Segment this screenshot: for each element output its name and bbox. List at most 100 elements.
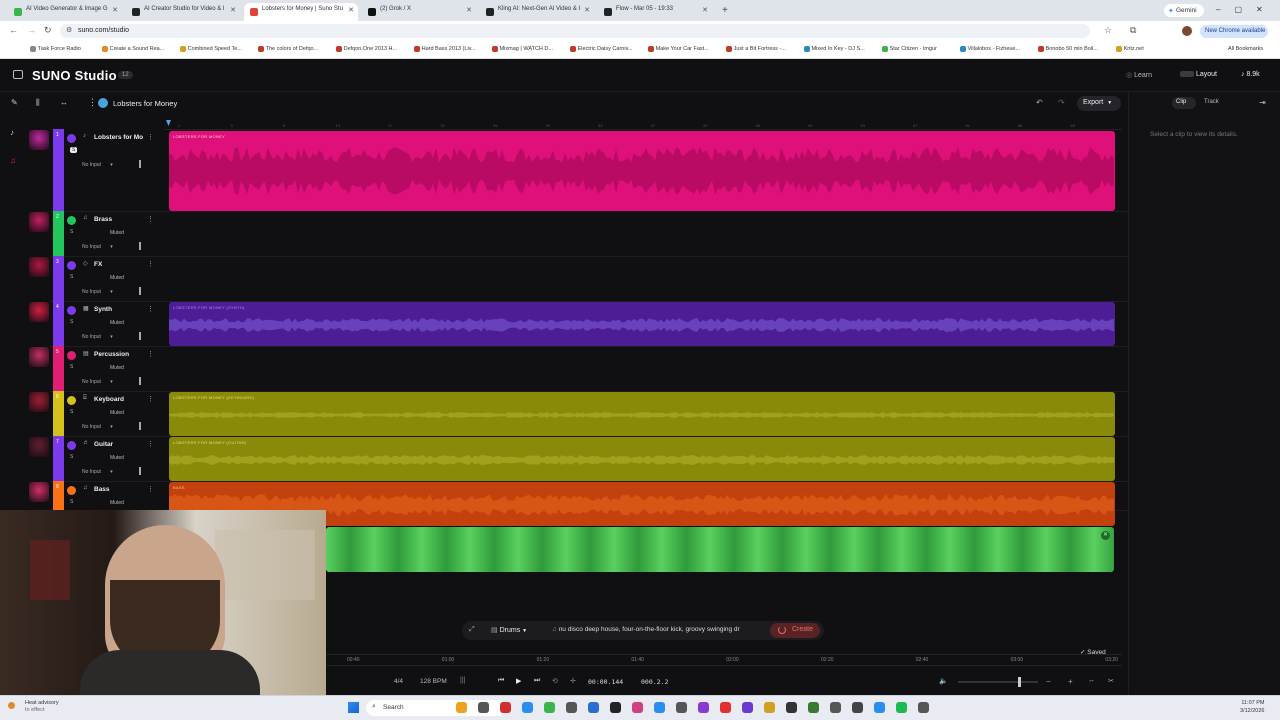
- instrument-select[interactable]: ▤ Drums ▼: [491, 626, 527, 634]
- taskbar-app-icon[interactable]: [852, 702, 863, 713]
- input-select[interactable]: No Input ▾: [82, 289, 113, 295]
- bookmark-item[interactable]: Kritz.net: [1115, 46, 1144, 52]
- sidebar-toggle-icon[interactable]: [13, 70, 23, 79]
- close-icon[interactable]: ✕: [702, 6, 708, 14]
- track-name[interactable]: Synth: [94, 306, 112, 313]
- taskbar-app-icon[interactable]: [632, 702, 643, 713]
- snap-icon[interactable]: ✛: [570, 677, 576, 685]
- metronome-icon[interactable]: |||: [460, 677, 465, 684]
- taskbar-app-icon[interactable]: [918, 702, 929, 713]
- taskbar-app-icon[interactable]: [808, 702, 819, 713]
- taskbar-app-icon[interactable]: [500, 702, 511, 713]
- taskbar-app-icon[interactable]: [742, 702, 753, 713]
- taskbar-app-icon[interactable]: [544, 702, 555, 713]
- fit-icon[interactable]: ↔: [1088, 677, 1095, 684]
- browser-tab[interactable]: AI Creator Studio for Video & I ✕: [126, 3, 240, 21]
- project-title[interactable]: Lobsters for Money: [113, 99, 177, 108]
- clip-main[interactable]: LOBSTERS FOR MONEY: [169, 131, 1115, 211]
- extensions-icon[interactable]: ⧉: [1130, 25, 1136, 36]
- taskbar-app-icon[interactable]: [478, 702, 489, 713]
- clip-synth[interactable]: LOBSTERS FOR MONEY (SYNTH): [169, 302, 1115, 346]
- bookmark-item[interactable]: Mixed In Key - DJ S...: [803, 46, 865, 52]
- speaker-icon[interactable]: [67, 306, 76, 315]
- expand-icon[interactable]: ↔: [60, 98, 68, 107]
- track-menu-icon[interactable]: ⋮: [147, 305, 154, 313]
- loop-icon[interactable]: ⟲: [552, 677, 558, 685]
- taskbar-app-icon[interactable]: [764, 702, 775, 713]
- bpm[interactable]: 128 BPM: [420, 678, 447, 685]
- clip-close-icon[interactable]: ✕: [1101, 531, 1110, 540]
- track-volume-slider[interactable]: [139, 422, 141, 430]
- bookmark-item[interactable]: Electric Daisy Carniv...: [569, 46, 633, 52]
- panel-collapse-icon[interactable]: ⇥: [1259, 98, 1266, 107]
- solo-button[interactable]: S: [70, 454, 73, 460]
- forward-icon[interactable]: →: [27, 25, 36, 35]
- zoom-in-icon[interactable]: +: [1068, 677, 1073, 686]
- clip-guitar[interactable]: LOBSTERS FOR MONEY (GUITAR): [169, 437, 1115, 481]
- input-select[interactable]: No Input ▾: [82, 244, 113, 250]
- browser-tab[interactable]: (2) Grok / X ✕: [362, 3, 476, 21]
- taskbar-app-icon[interactable]: [830, 702, 841, 713]
- solo-button[interactable]: S: [70, 499, 73, 505]
- credits-badge[interactable]: ♪ 8.9k: [1241, 71, 1260, 78]
- taskbar-app-icon[interactable]: [456, 702, 467, 713]
- taskbar-app-icon[interactable]: [720, 702, 731, 713]
- solo-button[interactable]: S: [70, 409, 73, 415]
- speaker-icon[interactable]: [67, 486, 76, 495]
- track-volume-slider[interactable]: [139, 332, 141, 340]
- speaker-icon[interactable]: [67, 441, 76, 450]
- slider-handle[interactable]: [1018, 677, 1021, 687]
- time-signature[interactable]: 4/4: [394, 678, 403, 685]
- system-clock[interactable]: 11:07 PM 3/12/2026: [1240, 699, 1264, 715]
- new-tab-button[interactable]: +: [722, 5, 728, 16]
- weather-widget[interactable]: Heat advisory In effect: [8, 700, 59, 714]
- close-icon[interactable]: ✕: [348, 6, 354, 14]
- track-menu-icon[interactable]: ⋮: [147, 440, 154, 448]
- project-menu-icon[interactable]: ⋮: [88, 97, 97, 108]
- clip-drums-generating[interactable]: ✕: [326, 527, 1114, 572]
- input-select[interactable]: No Input ▾: [82, 334, 113, 340]
- taskbar-app-icon[interactable]: [676, 702, 687, 713]
- taskbar-app-icon[interactable]: [566, 702, 577, 713]
- prompt-input[interactable]: ♫ nu disco deep house, four-on-the-floor…: [552, 626, 762, 633]
- track-volume-slider[interactable]: [139, 377, 141, 385]
- forward-end-icon[interactable]: ⏭: [534, 677, 540, 685]
- master-volume-slider[interactable]: [958, 677, 1038, 687]
- bookmark-item[interactable]: Mixmag | WATCH D...: [491, 46, 553, 52]
- bookmark-item[interactable]: Bonobo 50 min Boil...: [1037, 46, 1098, 52]
- create-button[interactable]: Create: [770, 623, 820, 638]
- input-select[interactable]: No Input ▾: [82, 469, 113, 475]
- taskbar-app-icon[interactable]: [610, 702, 621, 713]
- tab-clip[interactable]: Clip: [1172, 97, 1196, 109]
- taskbar-app-icon[interactable]: [654, 702, 665, 713]
- profile-avatar[interactable]: [1182, 26, 1192, 36]
- browser-tab[interactable]: Lobsters for Money | Suno Stu ✕: [244, 3, 358, 21]
- input-select[interactable]: No Input ▾: [82, 379, 113, 385]
- reload-icon[interactable]: ↻: [44, 25, 52, 36]
- taskbar-app-icon[interactable]: [698, 702, 709, 713]
- volume-icon[interactable]: 🔈: [939, 677, 948, 685]
- taskbar-app-icon[interactable]: [588, 702, 599, 713]
- speaker-icon[interactable]: [67, 261, 76, 270]
- browser-tab[interactable]: Flow - Mar 05 - 19:33 ✕: [598, 3, 712, 21]
- speaker-icon[interactable]: [67, 216, 76, 225]
- track-menu-icon[interactable]: ⋮: [147, 395, 154, 403]
- bookmark-item[interactable]: Create a Sound Rea...: [101, 46, 164, 52]
- close-icon[interactable]: ✕: [584, 6, 590, 14]
- timeline-ruler[interactable]: [164, 118, 1122, 130]
- solo-button[interactable]: S: [70, 364, 73, 370]
- track-volume-slider[interactable]: [139, 242, 141, 250]
- track-volume-slider[interactable]: [139, 287, 141, 295]
- browser-tab[interactable]: AI Video Generator & Image G ✕: [8, 3, 122, 21]
- bookmark-item[interactable]: Villalobos - Fizheue...: [959, 46, 1020, 52]
- track-name[interactable]: FX: [94, 261, 102, 268]
- bookmark-item[interactable]: Star Citizen - Imgur: [881, 46, 937, 52]
- gemini-button[interactable]: ✦ Gemini: [1164, 4, 1204, 17]
- track-menu-icon[interactable]: ⋮: [147, 485, 154, 493]
- close-icon[interactable]: ✕: [112, 6, 118, 14]
- layout-button[interactable]: Layout: [1180, 71, 1217, 78]
- taskbar-app-icon[interactable]: [896, 702, 907, 713]
- start-icon[interactable]: [348, 702, 359, 713]
- chrome-update-button[interactable]: New Chrome available: [1200, 25, 1268, 38]
- bookmark-item[interactable]: Hard Bass 2013 (Liv...: [413, 46, 476, 52]
